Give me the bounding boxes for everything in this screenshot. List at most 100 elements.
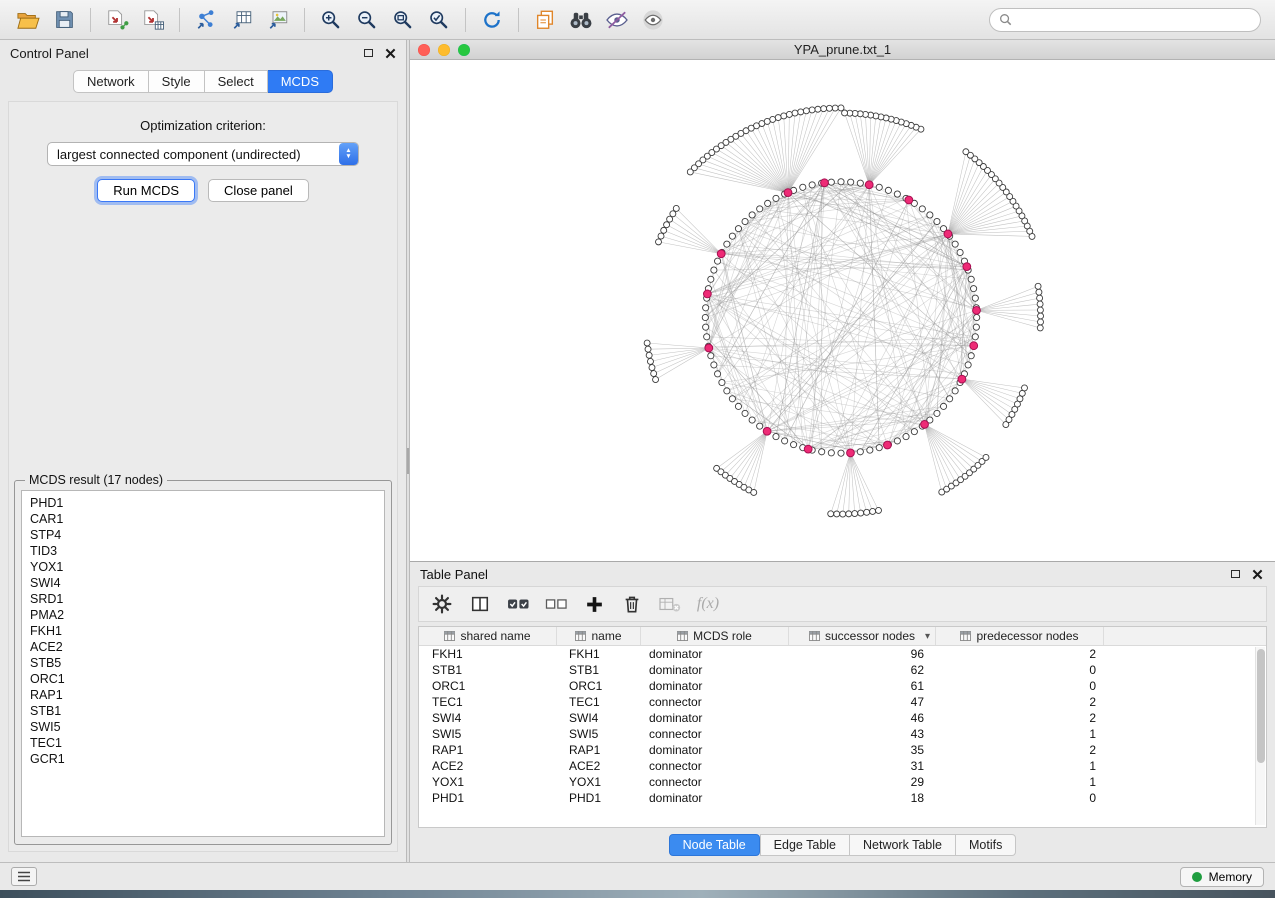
table-row[interactable]: ACE2ACE2connector311 [419,758,1266,774]
tab-mcds[interactable]: MCDS [268,70,333,93]
mcds-result-item[interactable]: FKH1 [30,623,384,639]
tab-style[interactable]: Style [149,70,205,93]
minimize-window-button[interactable] [438,44,450,56]
cell-successors: 18 [789,791,936,805]
table-row[interactable]: SWI4SWI4dominator462 [419,710,1266,726]
find-button[interactable] [563,5,599,35]
cell-role: dominator [641,663,789,677]
mcds-result-item[interactable]: SWI5 [30,719,384,735]
copy-view-button[interactable] [527,5,563,35]
table-row[interactable]: FKH1FKH1dominator962 [419,646,1266,662]
show-columns-button[interactable] [463,590,497,618]
mcds-result-item[interactable]: RAP1 [30,687,384,703]
show-details-button[interactable] [635,5,671,35]
column-header-predecessor-nodes[interactable]: predecessor nodes [936,627,1104,645]
tab-node-table[interactable]: Node Table [669,834,760,856]
zoom-out-button[interactable] [349,5,385,35]
delete-column-button[interactable] [615,590,649,618]
column-header-mcds-role[interactable]: MCDS role [641,627,789,645]
network-canvas[interactable] [410,60,1275,561]
float-table-panel-icon[interactable] [1231,570,1240,578]
refresh-icon [481,9,503,31]
mcds-result-list[interactable]: PHD1CAR1STP4TID3YOX1SWI4SRD1PMA2FKH1ACE2… [21,490,385,837]
table-row[interactable]: STB1STB1dominator620 [419,662,1266,678]
export-image-button[interactable] [260,5,296,35]
scrollbar-thumb[interactable] [1257,649,1265,763]
apply-layout-button[interactable] [474,5,510,35]
table-row[interactable]: ORC1ORC1dominator610 [419,678,1266,694]
table-row[interactable]: YOX1YOX1connector291 [419,774,1266,790]
export-table-button[interactable] [224,5,260,35]
mcds-result-item[interactable]: SRD1 [30,591,384,607]
float-panel-icon[interactable] [364,49,373,57]
mcds-result-item[interactable]: TEC1 [30,735,384,751]
save-session-button[interactable] [46,5,82,35]
cell-role: dominator [641,647,789,661]
mcds-result-item[interactable]: ORC1 [30,671,384,687]
add-column-button[interactable] [577,590,611,618]
tab-select[interactable]: Select [205,70,268,93]
mcds-result-item[interactable]: SWI4 [30,575,384,591]
search-icon [999,13,1012,26]
export-network-button[interactable] [188,5,224,35]
chevron-down-icon[interactable]: ▾ [925,631,930,642]
table-settings-button[interactable] [425,590,459,618]
zoom-fit-button[interactable] [385,5,421,35]
network-graph[interactable] [410,60,1275,561]
tab-network-table[interactable]: Network Table [850,834,956,856]
hide-details-button[interactable] [599,5,635,35]
mcds-result-item[interactable]: PMA2 [30,607,384,623]
table-scrollbar[interactable] [1255,647,1265,825]
mcds-result-item[interactable]: CAR1 [30,511,384,527]
column-header-shared-name[interactable]: shared name [419,627,557,645]
column-header-successor-nodes[interactable]: successor nodes ▾ [789,627,936,645]
mcds-result-item[interactable]: GCR1 [30,751,384,767]
import-network-button[interactable] [99,5,135,35]
mcds-result-item[interactable]: STP4 [30,527,384,543]
zoom-in-button[interactable] [313,5,349,35]
cell-name: SWI5 [557,727,641,741]
close-panel-button[interactable]: Close panel [208,179,309,202]
table-toolbar: f(x) [418,586,1267,622]
open-session-button[interactable] [10,5,46,35]
cell-successors: 62 [789,663,936,677]
cell-predecessors: 2 [936,711,1104,725]
close-window-button[interactable] [418,44,430,56]
cell-successors: 61 [789,679,936,693]
table-row[interactable]: SWI5SWI5connector431 [419,726,1266,742]
tab-network[interactable]: Network [73,70,149,93]
mcds-result-item[interactable]: STB5 [30,655,384,671]
cell-name: ORC1 [557,679,641,693]
select-all-button[interactable] [501,590,535,618]
maximize-window-button[interactable] [458,44,470,56]
deselect-all-button[interactable] [539,590,573,618]
optimization-criterion-select[interactable]: largest connected component (undirected)… [47,142,359,166]
function-builder-button[interactable]: f(x) [691,590,725,618]
close-panel-icon[interactable] [385,48,396,59]
run-mcds-button[interactable]: Run MCDS [97,179,195,202]
network-titlebar[interactable]: YPA_prune.txt_1 [410,40,1275,60]
table-row[interactable]: RAP1RAP1dominator352 [419,742,1266,758]
column-header-name[interactable]: name [557,627,641,645]
import-table-button[interactable] [135,5,171,35]
close-table-panel-icon[interactable] [1252,569,1263,580]
tab-edge-table[interactable]: Edge Table [760,834,850,856]
clear-table-button[interactable] [653,590,687,618]
cell-name: RAP1 [557,743,641,757]
cell-role: dominator [641,711,789,725]
mcds-result-box: MCDS result (17 nodes) PHD1CAR1STP4TID3Y… [14,473,392,845]
search-input[interactable] [1018,13,1251,27]
mcds-result-item[interactable]: PHD1 [30,495,384,511]
zoom-selected-button[interactable] [421,5,457,35]
mcds-result-item[interactable]: TID3 [30,543,384,559]
table-row[interactable]: TEC1TEC1connector472 [419,694,1266,710]
mcds-result-item[interactable]: STB1 [30,703,384,719]
table-row[interactable]: PHD1PHD1dominator180 [419,790,1266,806]
search-box[interactable] [989,8,1261,32]
mcds-result-item[interactable]: ACE2 [30,639,384,655]
memory-button[interactable]: Memory [1180,867,1264,887]
tab-motifs[interactable]: Motifs [956,834,1016,856]
show-panels-button[interactable] [11,867,37,886]
mcds-result-item[interactable]: YOX1 [30,559,384,575]
memory-status-icon [1192,872,1202,882]
